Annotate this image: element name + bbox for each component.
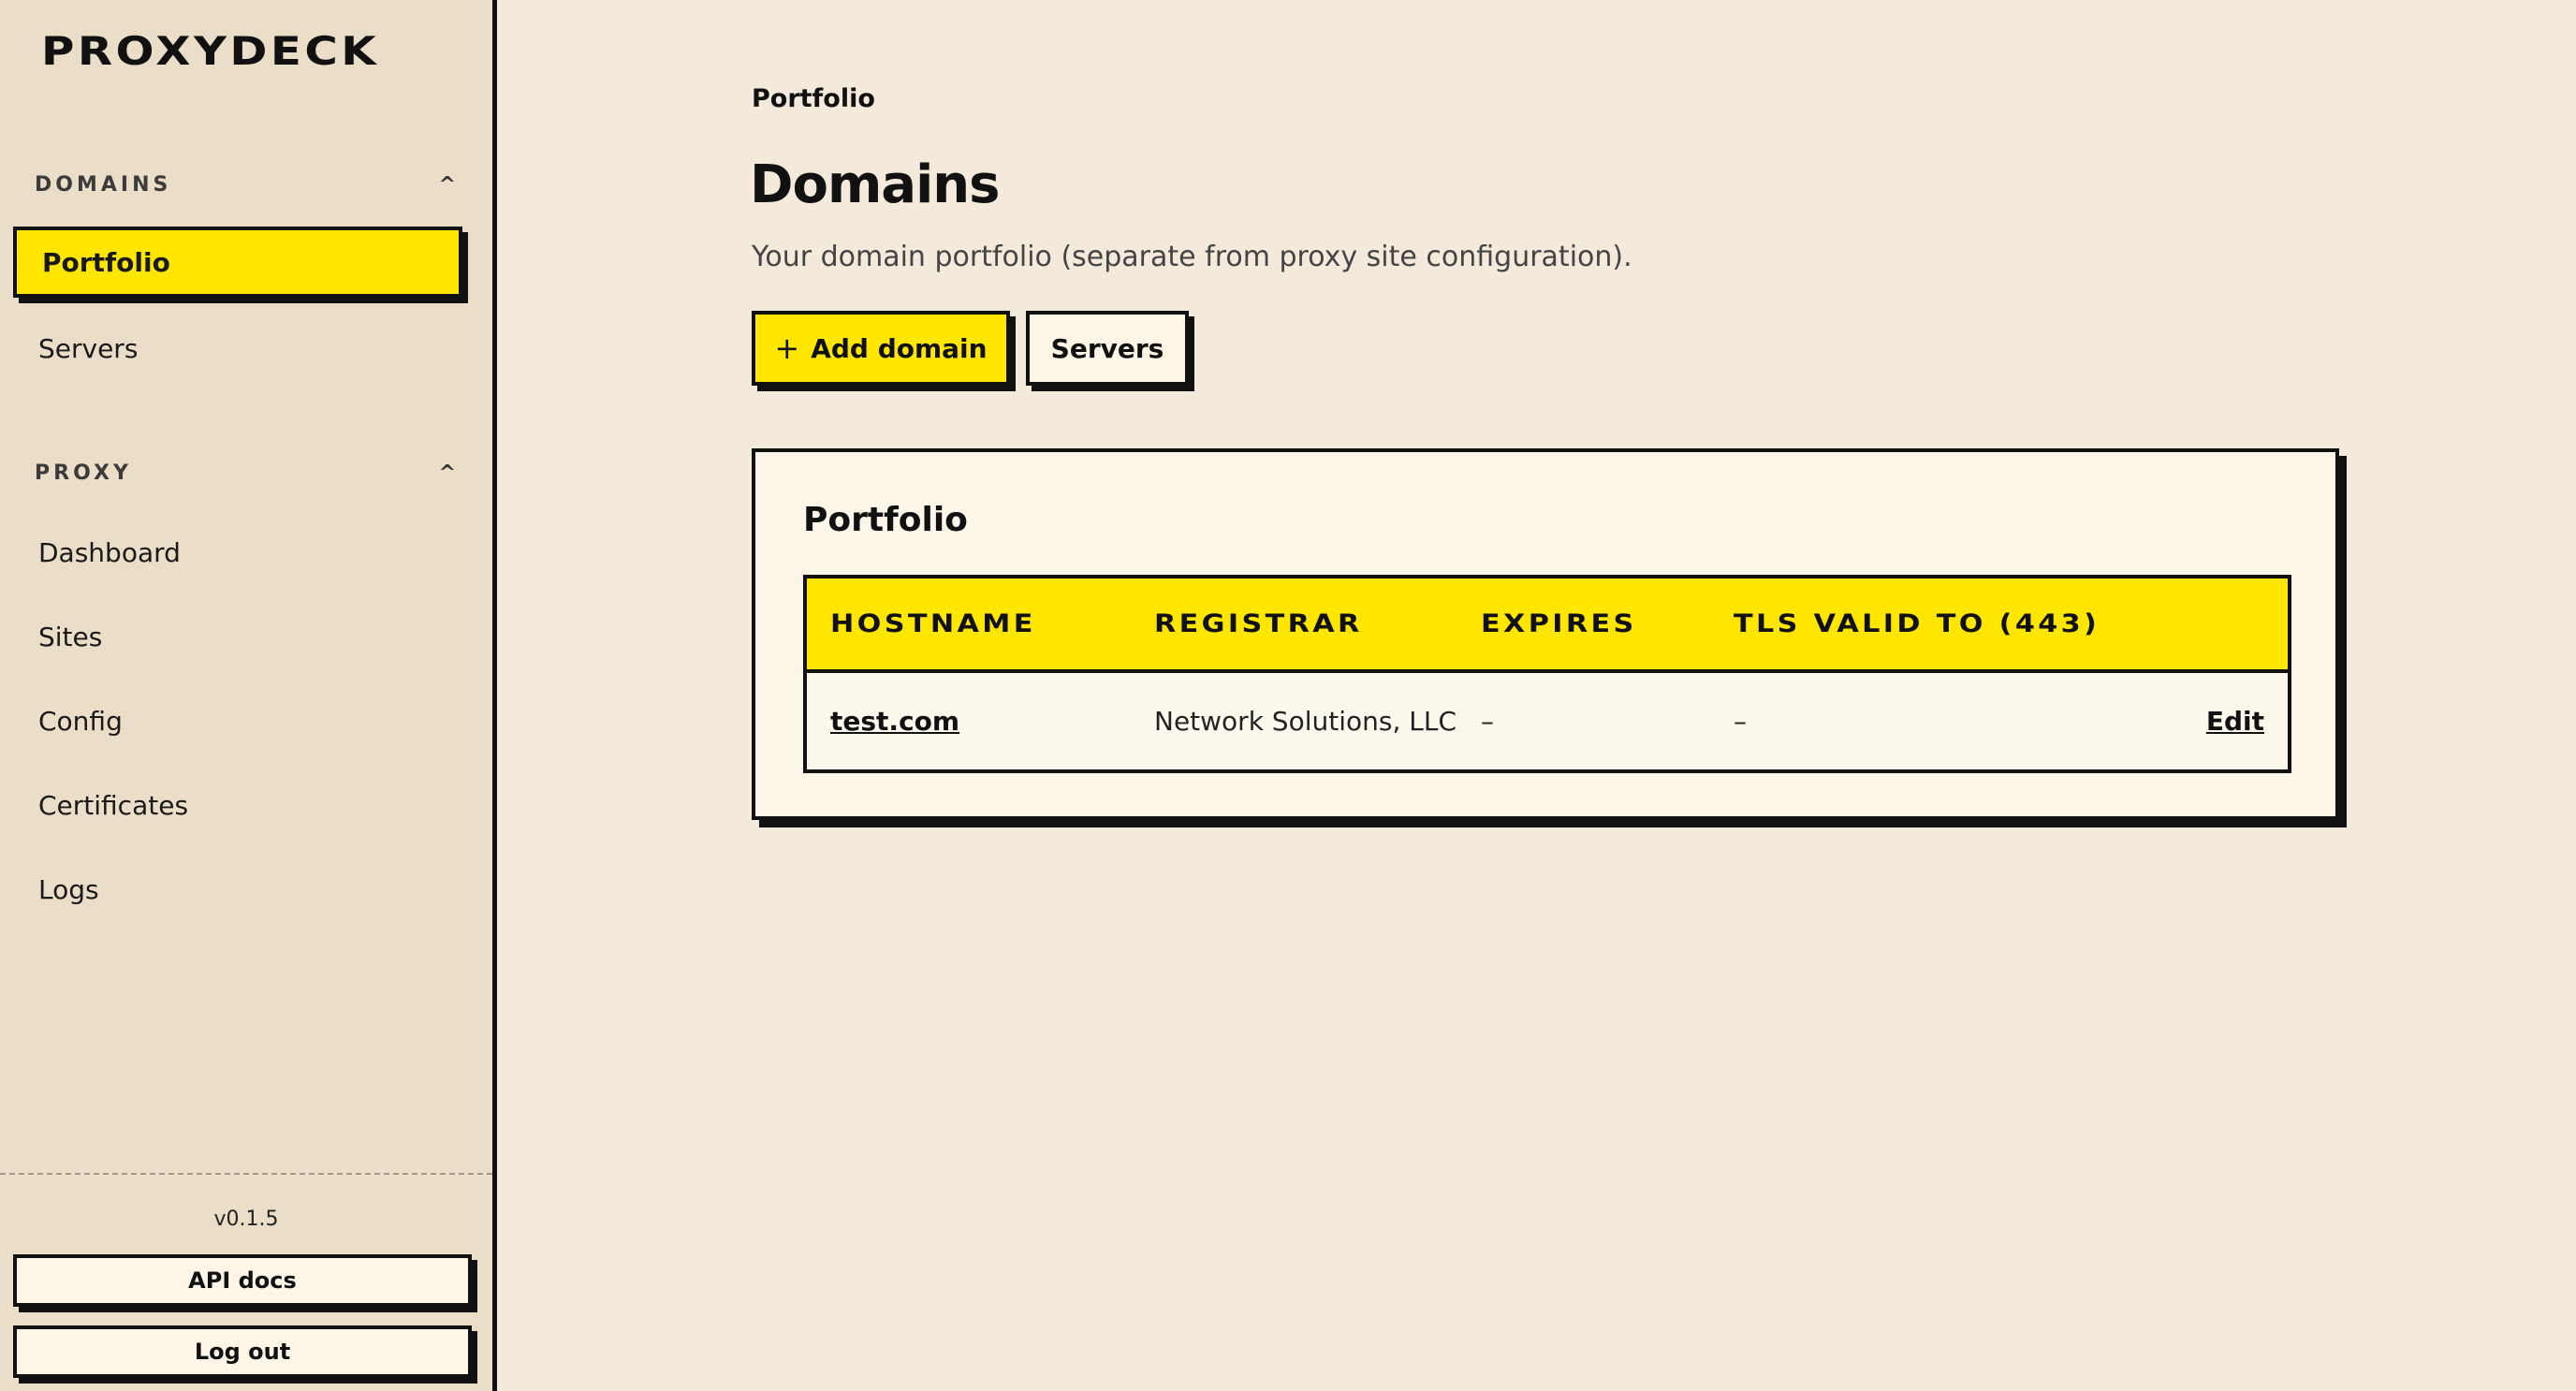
sidebar-item-portfolio[interactable]: Portfolio (13, 227, 462, 298)
registrar-cell: Network Solutions, LLC (1154, 706, 1457, 737)
section-label: PROXY (35, 461, 132, 485)
api-docs-button[interactable]: API docs (13, 1254, 472, 1307)
section-label: DOMAINS (35, 172, 172, 197)
page-title: Domains (750, 154, 1000, 215)
card-title: Portfolio (803, 501, 968, 539)
app-logo[interactable]: PROXYDECK (41, 28, 379, 74)
sidebar-item-certificates[interactable]: Certificates (13, 769, 462, 841)
add-domain-button[interactable]: + Add domain (752, 311, 1010, 386)
expires-cell: – (1481, 706, 1494, 737)
tls-valid-to-cell: – (1734, 706, 1747, 737)
table-header: HOSTNAME REGISTRAR EXPIRES TLS VALID TO … (807, 578, 2288, 673)
column-header-registrar[interactable]: REGISTRAR (1154, 578, 1363, 669)
column-header-tls-valid-to[interactable]: TLS VALID TO (443) (1734, 578, 2100, 669)
sidebar-item-label: Dashboard (38, 536, 181, 568)
hostname-link[interactable]: test.com (830, 673, 959, 769)
section-header-domains[interactable]: DOMAINS ^ (35, 166, 456, 203)
sidebar-item-sites[interactable]: Sites (13, 601, 462, 672)
sidebar-item-servers[interactable]: Servers (13, 313, 462, 384)
page-subtitle: Your domain portfolio (separate from pro… (752, 241, 1632, 273)
plus-icon: + (774, 330, 800, 366)
sidebar: PROXYDECK DOMAINS ^ Portfolio Servers PR… (0, 0, 497, 1391)
breadcrumb: Portfolio (752, 84, 875, 113)
sidebar-item-dashboard[interactable]: Dashboard (13, 517, 462, 588)
edit-link[interactable]: Edit (2206, 673, 2264, 769)
add-domain-label: Add domain (811, 332, 988, 364)
domains-table: HOSTNAME REGISTRAR EXPIRES TLS VALID TO … (803, 575, 2291, 773)
column-header-hostname[interactable]: HOSTNAME (830, 578, 1036, 669)
portfolio-card: Portfolio HOSTNAME REGISTRAR EXPIRES TLS… (752, 448, 2339, 820)
sidebar-divider (0, 1173, 492, 1175)
sidebar-item-config[interactable]: Config (13, 685, 462, 756)
servers-button[interactable]: Servers (1026, 311, 1189, 386)
chevron-up-icon[interactable]: ^ (439, 461, 456, 485)
sidebar-item-label: Config (38, 705, 123, 737)
sidebar-item-label: Sites (38, 621, 103, 652)
app-version: v0.1.5 (213, 1208, 279, 1231)
sidebar-item-label: Certificates (38, 789, 189, 821)
logout-button[interactable]: Log out (13, 1325, 472, 1378)
sidebar-item-label: Logs (38, 873, 99, 905)
sidebar-item-label: Servers (38, 332, 139, 364)
sidebar-item-logs[interactable]: Logs (13, 854, 462, 925)
section-header-proxy[interactable]: PROXY ^ (35, 454, 456, 491)
sidebar-item-label: Portfolio (42, 246, 170, 278)
column-header-expires[interactable]: EXPIRES (1481, 578, 1637, 669)
chevron-up-icon[interactable]: ^ (439, 173, 456, 197)
